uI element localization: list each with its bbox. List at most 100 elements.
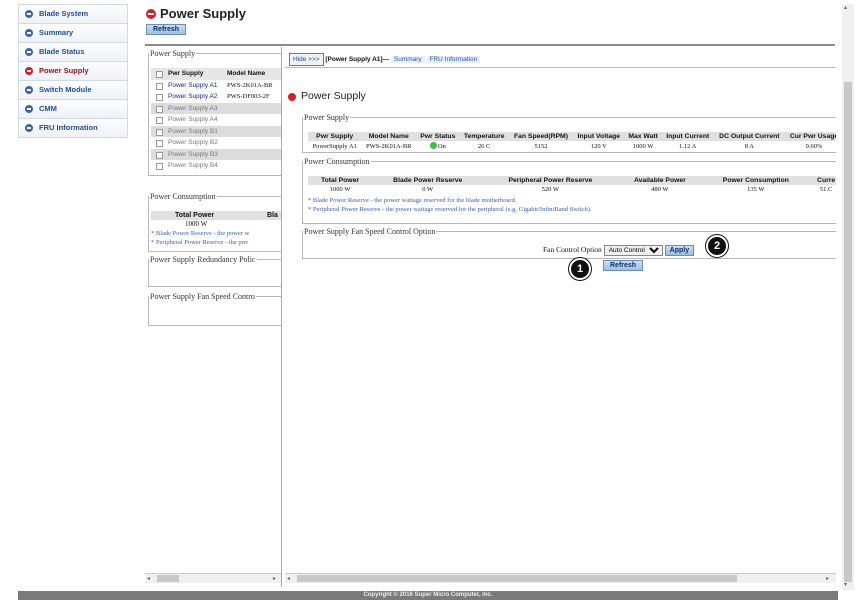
scrollbar-thumb[interactable] — [844, 82, 852, 582]
supply-list-item: Power Supply B2 — [151, 137, 281, 149]
detail-tab-bar: Hide >>> [Power Supply A1]— Summary FRU … — [289, 53, 481, 66]
fan-control-legend: Power Supply Fan Speed Control Option — [304, 227, 436, 236]
supply-checkbox[interactable] — [156, 94, 163, 101]
scroll-right-icon[interactable]: ▸ — [273, 575, 276, 582]
sidebar-item-cmm[interactable]: CMM — [18, 100, 128, 119]
power-supply-legend: Power Supply — [150, 49, 196, 58]
temperature-cell: 26 C — [477, 142, 491, 150]
peripheral-reserve-note: * Peripheral Power Reserve - the power w… — [308, 206, 592, 213]
supply-name: Power Supply B2 — [168, 139, 218, 146]
blade-reserve-note: * Blade Power Reserve - the power w — [151, 230, 250, 237]
right-horizontal-scrollbar[interactable]: ◂ ▸ — [285, 573, 836, 583]
sidebar-item-blade-system[interactable]: Blade System — [18, 4, 128, 24]
supply-detail-box: Power Supply Pwr Supply Model Name Pwr S… — [302, 113, 836, 153]
max-watt-cell: 1000 W — [632, 142, 654, 150]
sidebar-item-switch-module[interactable]: Switch Module — [18, 81, 128, 100]
supply-list-item[interactable]: Power Supply A2 PWS-DF003-2F — [151, 91, 281, 103]
refresh-button[interactable]: Refresh — [603, 260, 644, 271]
scrollbar-thumb[interactable] — [297, 575, 737, 582]
power-consumption-box: Power Consumption Total Power Blade Powe… — [302, 157, 836, 224]
supply-checkbox — [156, 128, 163, 136]
page-vertical-scrollbar[interactable]: ▴ ▾ — [842, 4, 854, 590]
fan-control-select[interactable]: Auto Control — [603, 245, 663, 256]
sidebar-item-label: Switch Module — [39, 85, 92, 94]
supply-checkbox — [156, 140, 163, 147]
col-header: Curre — [809, 176, 836, 185]
supply-name[interactable]: Power Supply A2 — [168, 91, 218, 103]
power-supply-list-box: Power Supply Pwr Supply Model Name Power… — [148, 49, 281, 176]
status-on-icon — [429, 142, 437, 149]
col-header: DC Output Current — [713, 132, 785, 141]
hide-button[interactable]: Hide >>> — [289, 53, 324, 66]
right-frame: Hide >>> [Power Supply A1]— Summary FRU … — [285, 47, 836, 587]
col-header: Blade Power Reserve — [372, 176, 484, 185]
supply-name[interactable]: Power Supply A1 — [168, 80, 218, 92]
col-header: Fan Speed(RPM) — [508, 132, 574, 141]
supply-name: Power Supply B1 — [168, 127, 218, 135]
supply-checkbox — [156, 105, 163, 113]
supply-name-cell: PowerSupply A1 — [312, 142, 357, 150]
power-consumption-cell: 135 W — [747, 186, 765, 193]
blade-reserve-cell: 0 W — [422, 186, 434, 193]
cur-pwr-usage-cell: 9.60% — [805, 142, 823, 150]
callout-marker-1: 1 — [569, 258, 591, 280]
supply-list-item: Power Supply B4 — [151, 160, 281, 172]
fan-control-label: Fan Control Option — [543, 245, 602, 254]
supply-list-item[interactable]: Power Supply A1 PWS-2K01A-BR — [151, 80, 281, 92]
col-blade-reserve: Bla — [267, 212, 278, 219]
scroll-right-icon[interactable]: ▸ — [826, 575, 829, 582]
sidebar-item-blade-status[interactable]: Blade Status — [18, 43, 128, 62]
supply-checkbox — [156, 117, 163, 124]
col-header: Max Watt — [624, 132, 662, 141]
nav-bullet-icon — [25, 124, 33, 132]
nav-bullet-icon — [25, 67, 33, 75]
top-refresh-button[interactable]: Refresh — [146, 24, 187, 35]
nav-bullet-icon — [25, 105, 33, 113]
col-header: Pwr Supply — [308, 132, 362, 141]
scroll-down-icon[interactable]: ▾ — [844, 581, 847, 588]
input-current-cell: 1.12 A — [679, 142, 697, 150]
sidebar-item-summary[interactable]: Summary — [18, 24, 128, 43]
redundancy-policy-box: Power Supply Redundancy Polic — [148, 255, 281, 287]
scroll-up-icon[interactable]: ▴ — [844, 4, 847, 11]
sidebar-item-label: CMM — [39, 104, 57, 113]
power-supply-icon — [146, 9, 156, 19]
blade-reserve-note: * Blade Power Reserve - the power wattag… — [308, 197, 517, 204]
scrollbar-thumb[interactable] — [157, 575, 179, 582]
supply-list-item: Power Supply A4 — [151, 114, 281, 126]
current-supply-label: [Power Supply A1]— — [325, 56, 390, 63]
page-title: Power Supply — [160, 6, 246, 21]
col-header: Cur Pwr Usage — [785, 132, 836, 141]
left-fan-control-box: Power Supply Fan Speed Contro — [148, 292, 281, 326]
table-row: PowerSupply A1 PWS-2K01A-BR On 26 C 5152… — [308, 141, 836, 151]
peripheral-reserve-note: * Peripheral Power Reserve - the pov — [151, 239, 249, 246]
supply-list-item: Power Supply B3 — [151, 148, 281, 160]
power-consumption-legend: Power Consumption — [304, 157, 370, 166]
col-header: Available Power — [617, 176, 703, 185]
tab-divider — [285, 67, 836, 68]
tab-fru-information[interactable]: FRU Information — [426, 56, 481, 63]
left-horizontal-scrollbar[interactable]: ◂ ▸ — [145, 573, 281, 583]
status-text: On — [437, 143, 446, 150]
status-cell: On — [416, 141, 459, 151]
available-power-cell: 480 W — [651, 186, 669, 193]
scroll-left-icon[interactable]: ◂ — [287, 575, 290, 582]
col-header: Model Name — [361, 132, 417, 141]
apply-button[interactable]: Apply — [664, 245, 695, 256]
supply-checkbox — [156, 163, 163, 170]
footer-copyright: Copyright © 2016 Super Micro Computer, I… — [18, 591, 838, 600]
col-header: Input Current — [661, 132, 714, 141]
select-all-checkbox[interactable] — [156, 71, 163, 78]
fan-speed-cell: 5152 — [534, 142, 548, 150]
sidebar-item-fru-information[interactable]: FRU Information — [18, 119, 128, 138]
left-consumption-box: Power Consumption Total Power Bla 1000 W… — [148, 192, 281, 252]
tab-summary[interactable]: Summary — [390, 56, 425, 63]
supply-model: PWS-2K01A-BR — [227, 81, 273, 89]
col-header: Input Voltage — [573, 132, 625, 141]
col-header: Temperature — [459, 132, 509, 141]
dc-output-current-cell: 8 A — [744, 142, 754, 150]
supply-checkbox[interactable] — [156, 82, 163, 90]
sidebar-item-power-supply[interactable]: Power Supply — [18, 62, 128, 81]
callout-marker-2: 2 — [706, 235, 728, 257]
scroll-left-icon[interactable]: ◂ — [147, 575, 150, 582]
